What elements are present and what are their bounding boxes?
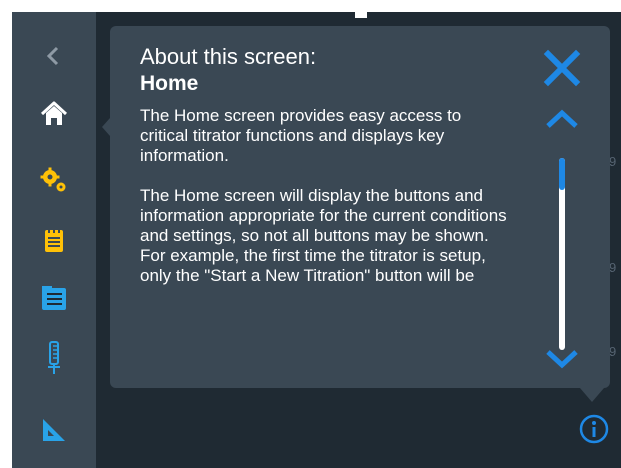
sidebar-item-notes[interactable] (12, 210, 96, 270)
sidebar-item-records[interactable] (12, 268, 96, 328)
close-button[interactable] (542, 48, 582, 88)
sidebar-item-calibration[interactable] (12, 400, 96, 460)
popup-heading: Home (140, 72, 199, 95)
popup-paragraph: The Home screen will display the buttons… (140, 186, 507, 285)
scroll-up-button[interactable] (542, 104, 582, 134)
top-indicator (355, 12, 367, 18)
background-text-fragment: 9 (609, 154, 617, 169)
sidebar (12, 12, 96, 468)
sidebar-item-home[interactable] (12, 84, 96, 144)
popup-title: About this screen: (140, 44, 317, 69)
home-icon (40, 101, 68, 125)
sidebar-item-settings[interactable] (12, 150, 96, 210)
file-cabinet-icon (42, 286, 66, 310)
popup-pointer (102, 118, 110, 136)
chevron-left-icon (46, 46, 59, 66)
background-text-fragment: 9 (609, 260, 617, 275)
popup-body: The Home screen provides easy access to … (140, 106, 512, 336)
notepad-icon (45, 228, 63, 252)
chevron-up-icon (546, 109, 578, 128)
scroll-down-button[interactable] (542, 344, 582, 374)
sidebar-item-titrator[interactable] (12, 328, 96, 388)
triangle-ruler-icon (43, 419, 65, 441)
popup-tail (580, 388, 604, 402)
popup-paragraph: The Home screen provides easy access to … (140, 106, 462, 165)
scrollbar-thumb[interactable] (559, 158, 565, 190)
chevron-down-icon (546, 350, 578, 369)
back-button[interactable] (12, 26, 96, 86)
app-frame: 9 9 9 About this screen: Home The Home s… (12, 12, 621, 468)
gears-icon (40, 167, 66, 192)
burette-icon (48, 341, 60, 374)
info-button[interactable] (579, 414, 609, 444)
background-text-fragment: 9 (609, 344, 617, 359)
close-icon (543, 49, 581, 87)
info-icon (579, 414, 609, 444)
about-screen-popup: About this screen: Home The Home screen … (102, 26, 610, 402)
